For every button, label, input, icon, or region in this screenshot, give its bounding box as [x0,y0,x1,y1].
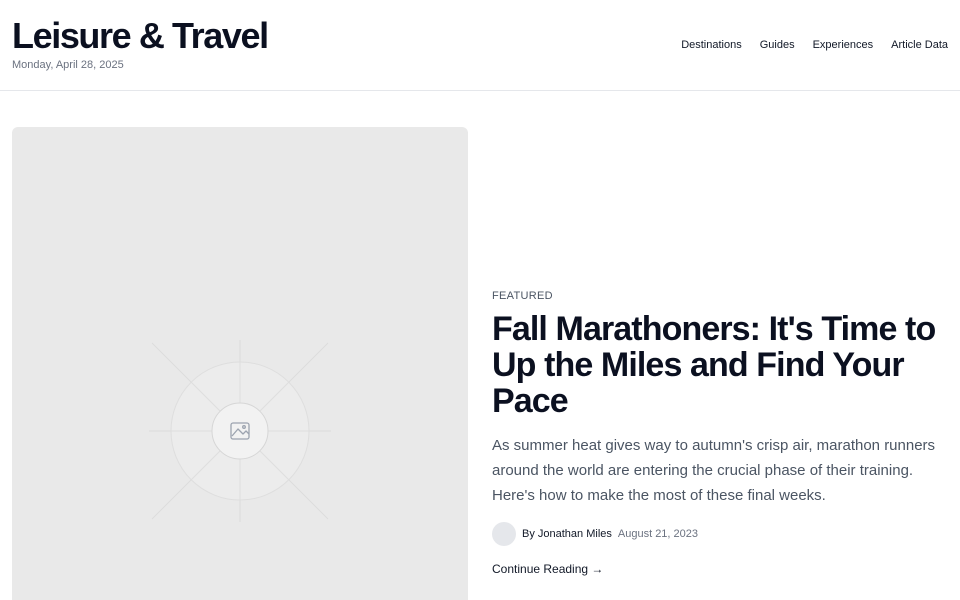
main-nav: Destinations Guides Experiences Article … [681,38,948,52]
byline: By Jonathan Miles August 21, 2023 [492,522,948,546]
site-date: Monday, April 28, 2025 [12,59,124,71]
image-placeholder-graphic [149,340,331,522]
featured-label: FEATURED [492,290,553,302]
nav-destinations[interactable]: Destinations [681,38,742,52]
author-name[interactable]: By Jonathan Miles [522,528,612,540]
article-excerpt: As summer heat gives way to autumn's cri… [492,437,936,504]
continue-reading-link[interactable]: Continue Reading → [492,562,603,576]
publish-date: August 21, 2023 [617,528,699,540]
hero-image[interactable] [12,127,468,600]
site-header: Leisure & Travel Monday, April 28, 2025 … [0,0,960,91]
nav-article-data[interactable]: Article Data [891,38,948,52]
nav-guides[interactable]: Guides [760,38,795,52]
nav-experiences[interactable]: Experiences [813,38,874,52]
featured-article: FEATURED Fall Marathoners: It's Time to … [492,289,948,578]
article-headline[interactable]: Fall Marathoners: It's Time to Up the Mi… [492,311,948,419]
site-title[interactable]: Leisure & Travel [12,16,269,56]
avatar [492,522,516,546]
